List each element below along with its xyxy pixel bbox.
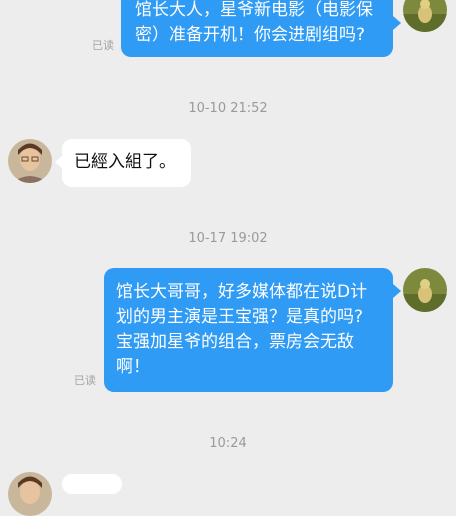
message-line: 已經入組了。 xyxy=(74,152,176,172)
incoming-message-bubble[interactable] xyxy=(62,474,122,494)
outgoing-message-bubble[interactable]: 馆长大人，星爷新电影（电影保 密）准备开机！你会进剧组吗? xyxy=(121,0,393,57)
read-receipt: 已读 xyxy=(92,39,114,52)
chat-thread: 馆长大人，星爷新电影（电影保 密）准备开机！你会进剧组吗? 已读 10-10 2… xyxy=(0,0,456,516)
my-avatar[interactable] xyxy=(403,0,447,32)
outgoing-message-bubble[interactable]: 馆长大哥哥，好多媒体都在说D计 划的男主演是王宝强？是真的吗? 宝强加星爷的组合… xyxy=(104,268,393,392)
message-line: 划的男主演是王宝强？是真的吗? xyxy=(116,307,364,327)
my-avatar[interactable] xyxy=(403,268,447,312)
contact-avatar[interactable] xyxy=(8,139,52,183)
timestamp: 10:24 xyxy=(209,436,247,451)
duckling-avatar-icon xyxy=(403,0,447,32)
timestamp: 10-10 21:52 xyxy=(188,101,268,116)
message-line: 啊！ xyxy=(116,357,150,377)
message-line: 宝强加星爷的组合，票房会无敌 xyxy=(116,332,354,352)
message-line: 密）准备开机！你会进剧组吗? xyxy=(135,25,366,45)
duckling-avatar-icon xyxy=(403,268,447,312)
bubble-tail xyxy=(393,16,401,30)
read-receipt: 已读 xyxy=(74,374,96,387)
message-line: 馆长大哥哥，好多媒体都在说D计 xyxy=(116,282,368,302)
incoming-message-bubble[interactable]: 已經入組了。 xyxy=(62,139,191,187)
message-line: 馆长大人，星爷新电影（电影保 xyxy=(135,0,373,20)
person-avatar-icon xyxy=(8,139,52,183)
contact-avatar[interactable] xyxy=(8,472,52,516)
person-avatar-icon xyxy=(8,472,52,516)
bubble-tail xyxy=(393,284,401,298)
timestamp: 10-17 19:02 xyxy=(188,231,268,246)
